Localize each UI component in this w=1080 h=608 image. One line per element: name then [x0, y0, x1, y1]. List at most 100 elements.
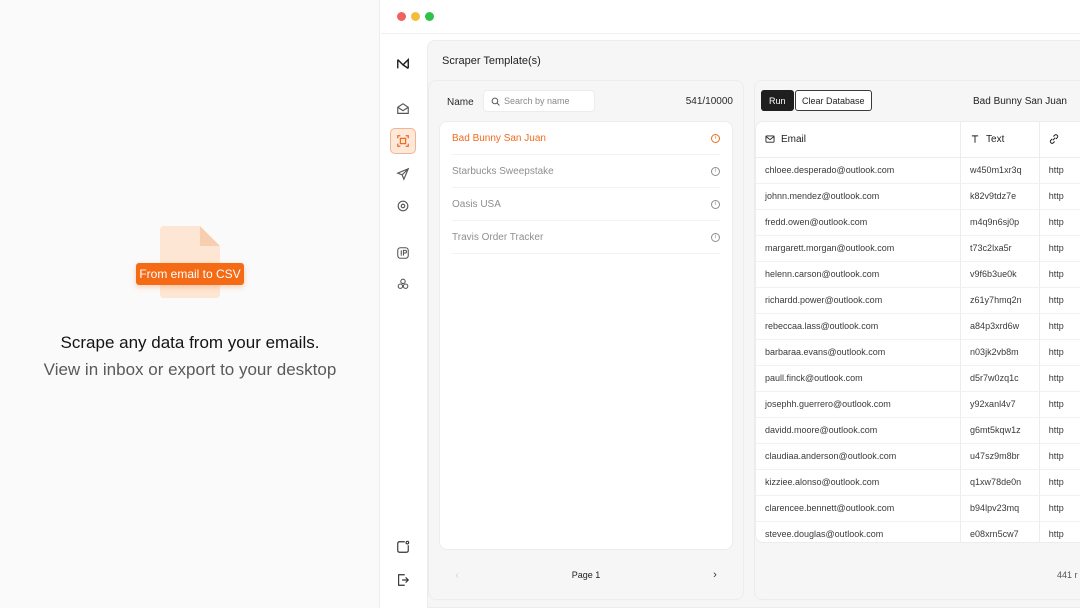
app-window: Scraper Template(s) Name 541/10000 Bad B… [381, 0, 1080, 608]
table-row[interactable]: rebeccaa.lass@outlook.com a84p3xrd6w http [756, 313, 1080, 340]
next-page-button[interactable]: › [705, 565, 725, 585]
eye-icon[interactable] [390, 193, 416, 219]
csv-badge: From email to CSV [136, 263, 244, 285]
integration-icon[interactable] [390, 271, 416, 297]
email-cell: stevee.douglas@outlook.com [756, 521, 962, 542]
text-icon [971, 135, 979, 143]
template-item-travis-order-tracker[interactable]: Travis Order Tracker i [452, 221, 720, 254]
email-cell: rebeccaa.lass@outlook.com [756, 313, 962, 340]
titlebar-divider [381, 33, 1080, 34]
link-column-header[interactable] [1039, 122, 1080, 158]
text-cell: t73c2lxa5r [960, 235, 1040, 262]
email-cell: claudiaa.anderson@outlook.com [756, 443, 962, 470]
table-row[interactable]: richardd.power@outlook.com z61y7hmq2n http [756, 287, 1080, 314]
window-controls [397, 12, 434, 21]
link-cell: http [1039, 443, 1080, 470]
prev-page-button[interactable]: ‹ [447, 565, 467, 585]
email-cell: paull.finck@outlook.com [756, 365, 962, 392]
logo-icon[interactable] [390, 51, 416, 77]
link-cell: http [1039, 469, 1080, 496]
table-row[interactable]: kizziee.alonso@outlook.com q1xw78de0n http [756, 469, 1080, 496]
template-item-bad-bunny-san-juan[interactable]: Bad Bunny San Juan i [452, 122, 720, 155]
link-cell: http [1039, 157, 1080, 184]
link-cell: http [1039, 313, 1080, 340]
page-title: Scraper Template(s) [442, 55, 541, 67]
info-icon[interactable]: i [711, 199, 720, 209]
promo-panel: From email to CSV Scrape any data from y… [0, 0, 380, 608]
email-cell: margarett.morgan@outlook.com [756, 235, 962, 262]
template-item-oasis-usa[interactable]: Oasis USA i [452, 188, 720, 221]
template-count: 541/10000 [685, 96, 733, 107]
text-cell: w450m1xr3q [960, 157, 1040, 184]
template-item-label: Starbucks Sweepstake [452, 165, 554, 177]
table-row[interactable]: davidd.moore@outlook.com g6mt5kqw1z http [756, 417, 1080, 444]
search-box[interactable] [483, 90, 595, 112]
page-indicator: Page 1 [571, 570, 601, 580]
info-icon[interactable]: i [711, 133, 720, 143]
template-item-label: Oasis USA [452, 198, 501, 210]
table-row[interactable]: claudiaa.anderson@outlook.com u47sz9m8br h… [756, 443, 1080, 470]
link-cell: http [1039, 391, 1080, 418]
table-row[interactable]: fredd.owen@outlook.com m4q9n6sj0p http [756, 209, 1080, 236]
text-cell: g6mt5kqw1z [960, 417, 1040, 444]
minimize-window-button[interactable] [411, 12, 420, 21]
text-cell: b94lpv23mq [960, 495, 1040, 522]
table-row[interactable]: johnn.mendez@outlook.com k82v9tdz7e http [756, 183, 1080, 210]
text-cell: k82v9tdz7e [960, 183, 1040, 210]
document-illustration [160, 226, 220, 298]
database-title: Bad Bunny San Juan [973, 96, 1067, 107]
email-cell: chloee.desperado@outlook.com [756, 157, 962, 184]
results-table: Email Text chloee.desperado@outlook.com … [755, 121, 1080, 543]
close-window-button[interactable] [397, 12, 406, 21]
info-icon[interactable]: i [711, 232, 720, 242]
email-cell: barbaraa.evans@outlook.com [756, 339, 962, 366]
link-cell: http [1039, 235, 1080, 262]
side-rail [381, 34, 427, 608]
text-cell: y92xanl4v7 [960, 391, 1040, 418]
email-cell: helenn.carson@outlook.com [756, 261, 962, 288]
inbox-icon[interactable] [390, 96, 416, 122]
template-item-starbucks-sweepstake[interactable]: Starbucks Sweepstake i [452, 155, 720, 188]
maximize-window-button[interactable] [425, 12, 434, 21]
table-row[interactable]: helenn.carson@outlook.com v9f6b3ue0k http [756, 261, 1080, 288]
clear-database-button[interactable]: Clear Database [795, 90, 872, 111]
text-cell: n03jk2vb8m [960, 339, 1040, 366]
scraper-icon[interactable] [390, 128, 416, 154]
link-cell: http [1039, 209, 1080, 236]
email-cell: davidd.moore@outlook.com [756, 417, 962, 444]
link-cell: http [1039, 261, 1080, 288]
table-row[interactable]: josephh.guerrero@outlook.com y92xanl4v7 ht… [756, 391, 1080, 418]
table-row[interactable]: chloee.desperado@outlook.com w450m1xr3q ht… [756, 157, 1080, 184]
info-icon[interactable]: i [711, 166, 720, 176]
text-column-header[interactable]: Text [960, 122, 1040, 158]
table-row[interactable]: margarett.morgan@outlook.com t73c2lxa5r ht… [756, 235, 1080, 262]
table-row[interactable]: stevee.douglas@outlook.com e08xrn5cw7 http [756, 521, 1080, 542]
email-cell: kizziee.alonso@outlook.com [756, 469, 962, 496]
table-row[interactable]: clarencee.bennett@outlook.com b94lpv23mq h… [756, 495, 1080, 522]
template-item-label: Travis Order Tracker [452, 231, 544, 243]
template-list: Bad Bunny San Juan i Starbucks Sweepstak… [439, 121, 733, 550]
logout-icon[interactable] [390, 567, 416, 593]
search-icon [491, 97, 500, 106]
link-icon [1049, 134, 1058, 145]
search-input[interactable] [504, 96, 590, 106]
text-cell: e08xrn5cw7 [960, 521, 1040, 542]
mail-icon [765, 135, 775, 143]
new-window-icon[interactable] [390, 534, 416, 560]
link-cell: http [1039, 339, 1080, 366]
database-panel: Run Clear Database Bad Bunny San Juan Em… [754, 80, 1080, 600]
link-cell: http [1039, 287, 1080, 314]
ip-icon[interactable] [390, 240, 416, 266]
table-row[interactable]: paull.finck@outlook.com d5r7w0zq1c http [756, 365, 1080, 392]
email-cell: richardd.power@outlook.com [756, 287, 962, 314]
email-column-header[interactable]: Email [756, 122, 962, 158]
run-button[interactable]: Run [761, 90, 794, 111]
row-count: 441 r [1057, 570, 1078, 580]
text-cell: q1xw78de0n [960, 469, 1040, 496]
table-row[interactable]: barbaraa.evans@outlook.com n03jk2vb8m http [756, 339, 1080, 366]
link-cell: http [1039, 365, 1080, 392]
email-cell: fredd.owen@outlook.com [756, 209, 962, 236]
promo-subtitle: View in inbox or export to your desktop [43, 360, 337, 379]
send-icon[interactable] [390, 161, 416, 187]
email-cell: johnn.mendez@outlook.com [756, 183, 962, 210]
